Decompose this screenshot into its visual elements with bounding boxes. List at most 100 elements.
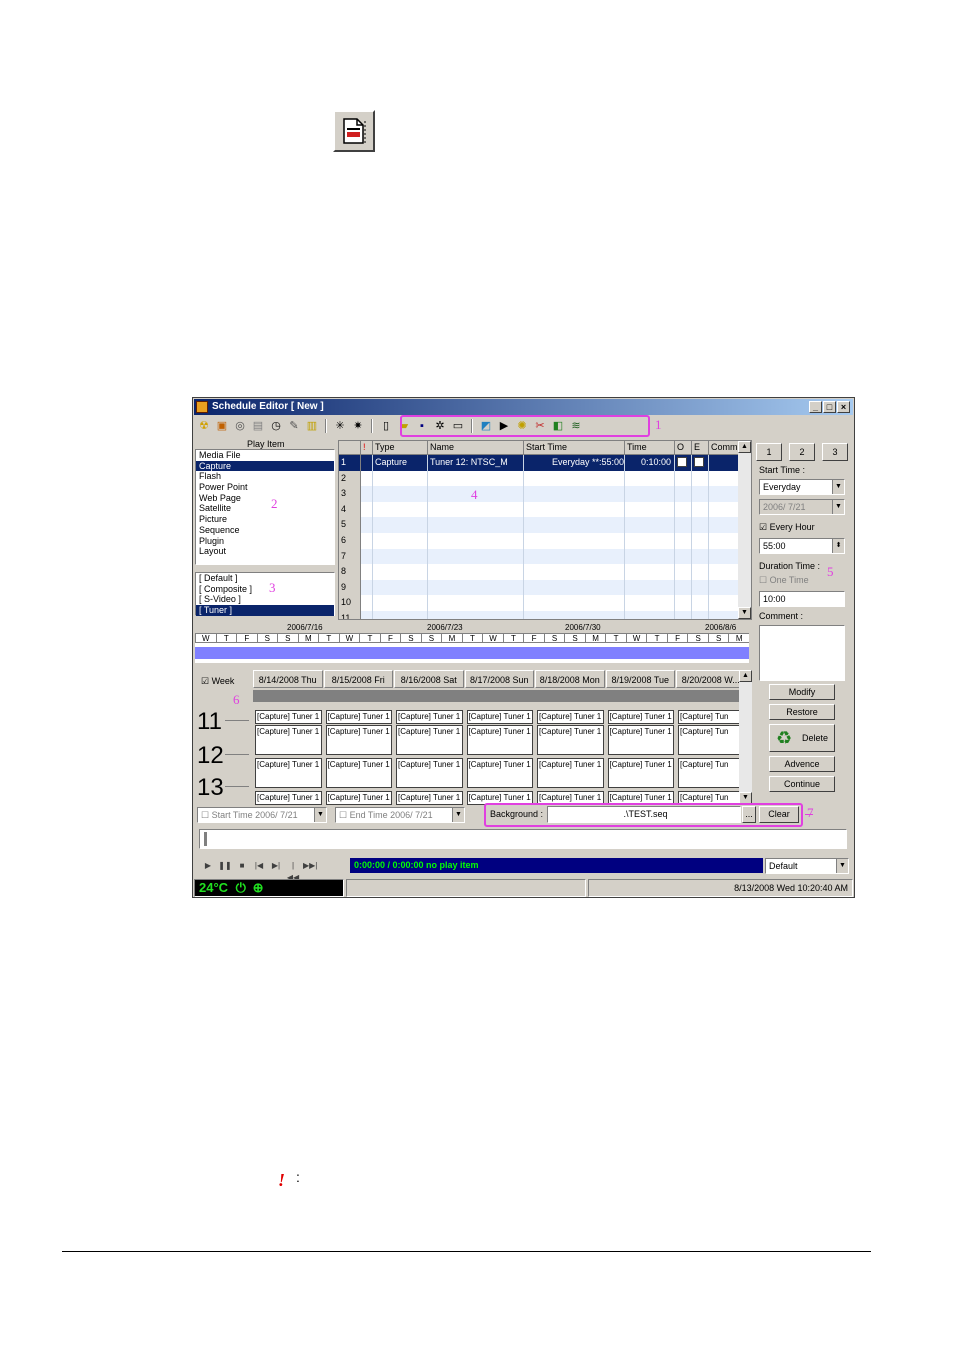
schedule-cell[interactable]: [Capture] Tun — [678, 710, 745, 724]
list-item[interactable]: [ Composite ] — [196, 584, 334, 595]
col-header-comment[interactable]: Comm — [709, 441, 740, 455]
power-icon[interactable]: ⏻ — [236, 880, 246, 895]
schedule-cell[interactable]: [Capture] Tuner 1 — [466, 725, 533, 755]
schedule-cell[interactable]: [Capture] Tuner 1 — [396, 725, 463, 755]
advence-button[interactable]: Advence — [769, 756, 835, 772]
page-icon[interactable]: ▤ — [249, 418, 267, 434]
new-file-icon[interactable]: ▯ — [377, 418, 395, 434]
table-row[interactable]: 3 — [339, 486, 751, 502]
end-time-filter[interactable]: ☐ End Time 2006/ 7/21 ▼ — [335, 807, 465, 823]
schedule-cell[interactable]: [Capture] Tuner 1 — [607, 758, 674, 788]
start-time-filter[interactable]: ☐ Start Time 2006/ 7/21 ▼ — [197, 807, 327, 823]
col-header-name[interactable]: Name — [428, 441, 524, 455]
clear-button[interactable]: Clear — [759, 806, 799, 823]
schedule-cell[interactable]: [Capture] Tuner 1 — [325, 758, 392, 788]
modify-button[interactable]: Modify — [769, 684, 835, 700]
col-header-o[interactable]: O — [675, 441, 692, 455]
table-row[interactable]: 7 — [339, 548, 751, 565]
schedule-cell[interactable]: [Capture] Tuner 1 — [466, 710, 533, 724]
schedule-cell[interactable]: [Capture] Tuner 1 — [325, 791, 392, 805]
list-item[interactable]: Media File — [196, 450, 334, 461]
schedule-cell[interactable]: [Capture] Tuner 1 — [255, 725, 322, 755]
schedule-cell[interactable]: [Capture] Tuner 1 — [396, 758, 463, 788]
checkbox[interactable] — [677, 457, 687, 467]
plugin-icon[interactable]: ✎ — [285, 418, 303, 434]
list-item[interactable]: [ S-Video ] — [196, 594, 334, 605]
timeline-bar[interactable] — [195, 647, 749, 659]
list-item[interactable]: Sequence — [196, 525, 334, 536]
one-time-checkbox[interactable]: ☐ One Time — [759, 575, 809, 586]
col-header-type[interactable]: Type — [373, 441, 428, 455]
delete-button[interactable]: ♻ Delete — [769, 724, 835, 752]
list-item[interactable]: Web Page — [196, 493, 334, 504]
list-item[interactable]: Picture — [196, 514, 334, 525]
list-item-selected[interactable]: [ Tuner ] — [196, 605, 334, 616]
schedule-cell[interactable]: [Capture] Tuner 1 — [255, 710, 322, 724]
table-row[interactable]: 8 — [339, 564, 751, 580]
every-hour-checkbox[interactable]: ☑ Every Hour — [759, 522, 815, 533]
schedule-cell[interactable]: [Capture] Tuner 1 — [537, 725, 604, 755]
table-row[interactable]: 4 — [339, 501, 751, 518]
continue-button[interactable]: Continue — [769, 776, 835, 792]
schedule-cell[interactable]: [Capture] Tuner 1 — [607, 710, 674, 724]
spinner-icon[interactable]: ⬍ — [832, 539, 844, 553]
radiation-icon[interactable]: ☢ — [195, 418, 213, 434]
day-header[interactable]: 8/20/2008 W... — [676, 670, 746, 688]
day-header[interactable]: 8/17/2008 Sun — [464, 670, 534, 688]
tab-2-button[interactable]: 2 — [789, 443, 815, 461]
schedule-cell[interactable]: [Capture] Tuner 1 — [607, 725, 674, 755]
table-row[interactable]: 11 — [339, 610, 751, 619]
sun-dark-icon[interactable]: ✷ — [349, 418, 367, 434]
schedule-cell[interactable]: [Capture] Tuner 1 — [255, 791, 322, 805]
pause-button[interactable]: ❚❚ — [218, 860, 232, 872]
duration-input[interactable]: 10:00 — [759, 591, 845, 607]
table-row[interactable]: 2 — [339, 470, 751, 487]
day-header[interactable]: 8/15/2008 Fri — [323, 670, 393, 688]
schedule-cell[interactable]: [Capture] Tuner 1 — [255, 758, 322, 788]
sun-icon[interactable]: ✳ — [331, 418, 349, 434]
col-header-time[interactable]: Time — [625, 441, 675, 455]
preset-select[interactable]: Default ▼ — [765, 858, 849, 874]
list-item-selected[interactable]: Capture — [196, 460, 334, 472]
first-button[interactable]: |◀◀ — [286, 860, 300, 882]
list-item[interactable]: Layout — [196, 546, 334, 557]
col-header-e[interactable]: E — [692, 441, 709, 455]
tab-1-button[interactable]: 1 — [756, 443, 782, 461]
list-item[interactable]: Power Point — [196, 482, 334, 493]
day-header[interactable]: 8/14/2008 Thu — [253, 670, 323, 688]
schedule-cell[interactable]: [Capture] Tuner 1 — [537, 710, 604, 724]
day-header[interactable]: 8/16/2008 Sat — [394, 670, 464, 688]
scroll-down-icon[interactable]: ▼ — [738, 607, 751, 619]
chevron-down-icon[interactable]: ▼ — [832, 500, 844, 514]
seek-bar[interactable] — [199, 829, 847, 849]
list-item[interactable]: Satellite — [196, 503, 334, 514]
week-checkbox[interactable]: ☑ Week — [201, 676, 234, 687]
grid-scrollbar[interactable]: ▲ ▼ — [738, 441, 751, 619]
timeline[interactable]: 2006/7/16 2006/7/23 2006/7/30 2006/8/6 W… — [195, 623, 749, 663]
schedule-editor-icon[interactable] — [333, 110, 375, 152]
chevron-down-icon[interactable]: ▼ — [836, 859, 848, 873]
schedule-cell[interactable]: [Capture] Tun — [678, 725, 745, 755]
schedule-cell[interactable]: [Capture] Tuner 1 — [466, 758, 533, 788]
clock-icon[interactable]: ◷ — [267, 418, 285, 434]
schedule-cell[interactable]: [Capture] Tuner 1 — [396, 710, 463, 724]
schedule-cell[interactable]: [Capture] Tun — [678, 758, 745, 788]
scroll-up-icon[interactable]: ▲ — [739, 670, 752, 682]
checkbox[interactable] — [694, 457, 704, 467]
chevron-down-icon[interactable]: ▼ — [452, 808, 464, 822]
table-row[interactable]: 5 — [339, 517, 751, 533]
last-button[interactable]: ▶▶| — [303, 860, 317, 872]
schedule-cell[interactable]: [Capture] Tuner 1 — [325, 710, 392, 724]
list-item[interactable]: Flash — [196, 471, 334, 482]
schedule-cell[interactable]: [Capture] Tuner 1 — [396, 791, 463, 805]
scroll-up-icon[interactable]: ▲ — [738, 441, 751, 453]
list-item[interactable]: Plugin — [196, 536, 334, 547]
table-row[interactable]: 1 Capture Tuner 12: NTSC_M Everyday **:55:0… — [339, 455, 751, 471]
start-mode-select[interactable]: Everyday ▼ — [759, 479, 845, 495]
chevron-down-icon[interactable]: ▼ — [314, 808, 326, 822]
every-hour-input[interactable]: 55:00 ⬍ — [759, 538, 845, 554]
media-icon[interactable]: ▣ — [213, 418, 231, 434]
day-header[interactable]: 8/19/2008 Tue — [605, 670, 675, 688]
week-scrollbar[interactable]: ▲ ▼ — [739, 670, 752, 804]
chevron-down-icon[interactable]: ▼ — [832, 480, 844, 494]
